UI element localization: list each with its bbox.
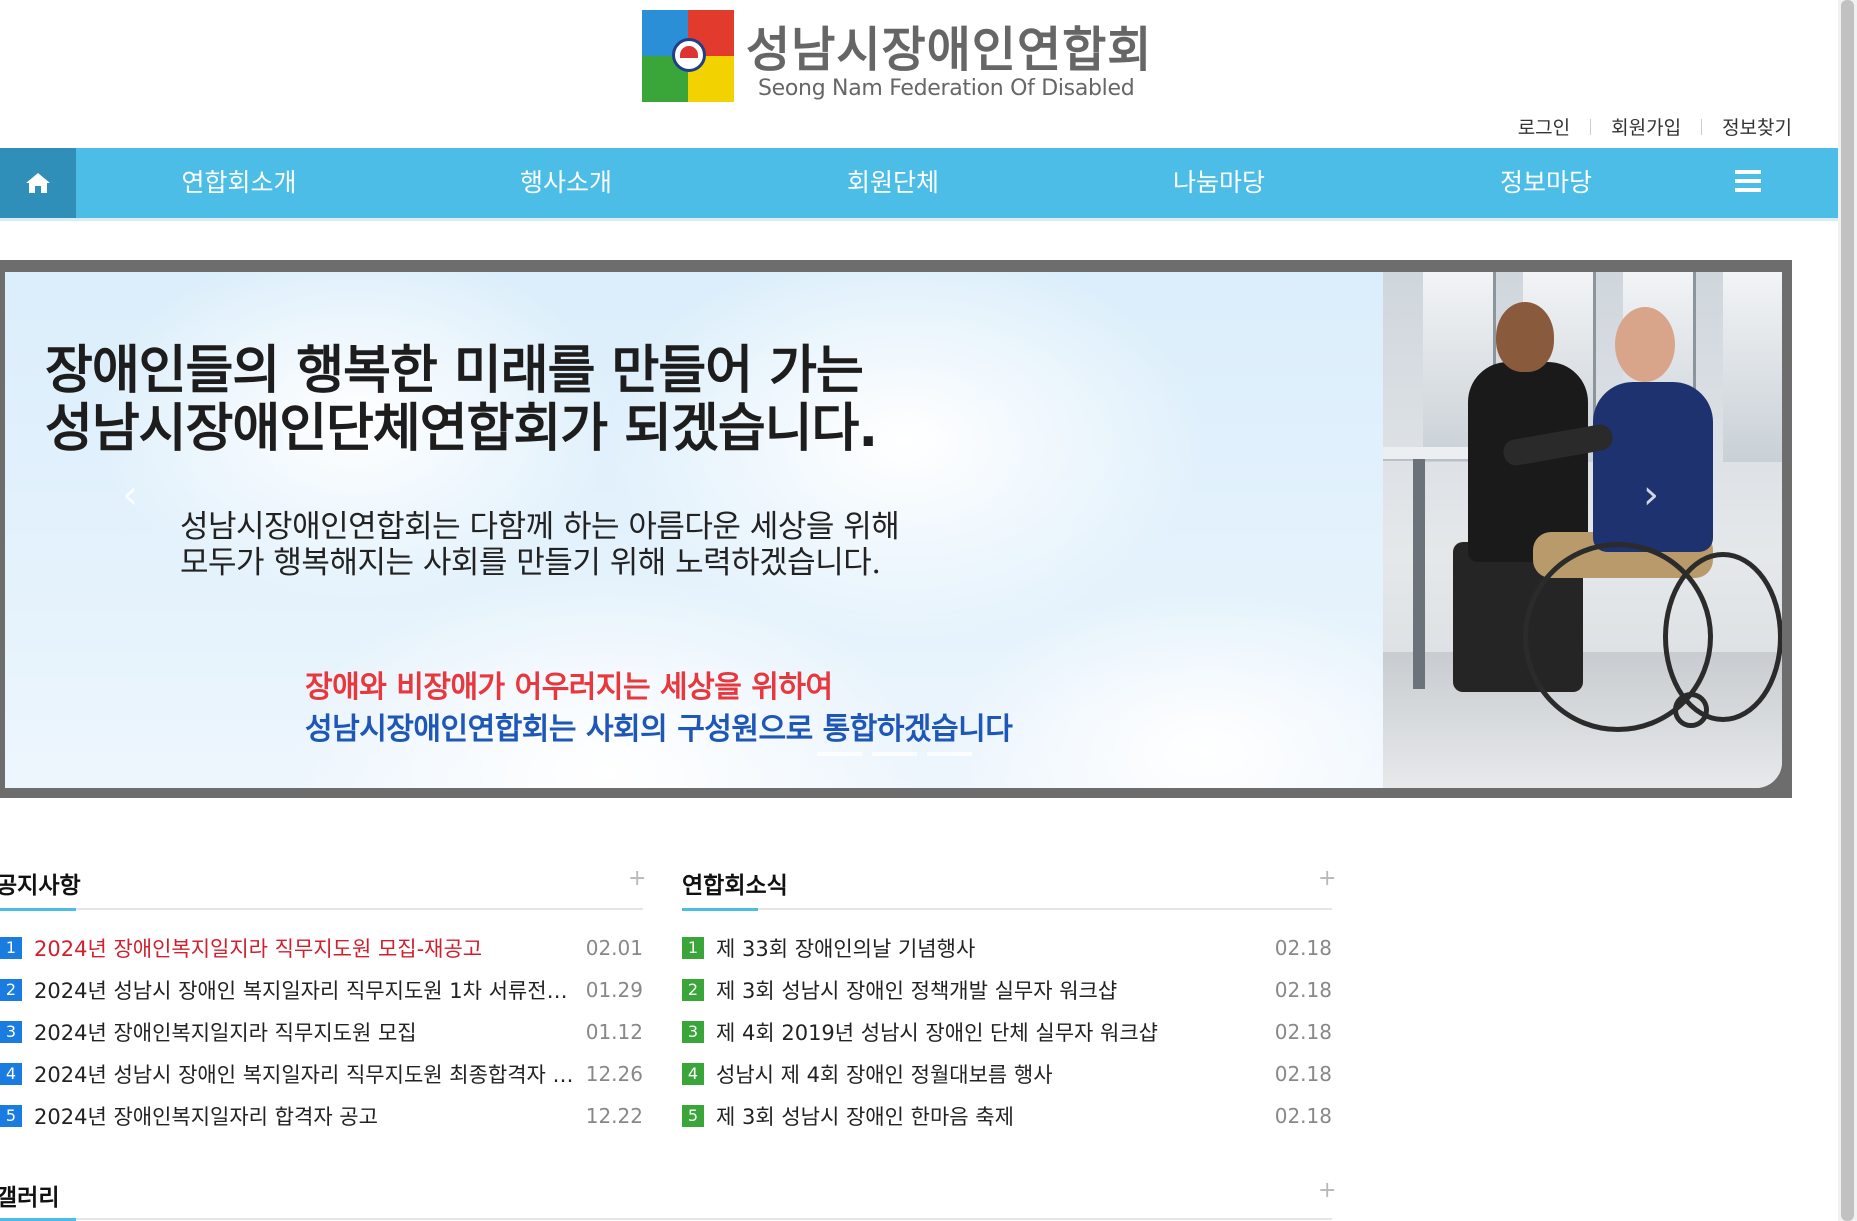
news-list-item[interactable]: 3 제 4회 2019년 성남시 장애인 단체 실무자 워크샵 02.18 — [682, 1014, 1332, 1050]
logo-subtitle: Seong Nam Federation Of Disabled — [758, 76, 1135, 101]
site-logo[interactable]: 성남시장애인연합회 Seong Nam Federation Of Disabl… — [642, 10, 1151, 105]
notice-list-item[interactable]: 2 2024년 성남시 장애인 복지일자리 직무지도원 1차 서류전형 합격자 … — [0, 972, 643, 1008]
news-more-icon[interactable]: + — [1318, 866, 1336, 891]
slider-prev-arrow-icon[interactable]: ‹ — [122, 472, 138, 518]
news-divider — [682, 908, 1332, 911]
nav-shadow — [0, 218, 1838, 221]
top-utility-links: 로그인 회원가입 정보찾기 — [1518, 113, 1792, 140]
nav-item-info[interactable]: 정보마당 — [1500, 148, 1592, 218]
logo-emblem-icon — [642, 10, 734, 102]
news-list-item[interactable]: 1 제 33회 장애인의날 기념행사 02.18 — [682, 930, 1332, 966]
news-list-item[interactable]: 5 제 3회 성남시 장애인 한마음 축제 02.18 — [682, 1098, 1332, 1134]
gallery-more-icon[interactable]: + — [1318, 1178, 1336, 1203]
slider-pagination — [817, 752, 972, 756]
gallery-board-title[interactable]: 갤러리 — [0, 1178, 59, 1212]
banner-photo-wheelchair — [1383, 272, 1782, 788]
banner-headline: 장애인들의 행복한 미래를 만들어 가는 성남시장애인단체연합회가 되겠습니다. — [45, 341, 878, 459]
notice-list-item[interactable]: 4 2024년 성남시 장애인 복지일자리 직무지도원 최종합격자 공고 12.… — [0, 1056, 643, 1092]
signup-link[interactable]: 회원가입 — [1611, 113, 1681, 140]
news-list-item[interactable]: 2 제 3회 성남시 장애인 정책개발 실무자 워크샵 02.18 — [682, 972, 1332, 1008]
link-divider — [1590, 118, 1592, 135]
nav-item-members[interactable]: 회원단체 — [847, 148, 939, 218]
hamburger-menu-icon[interactable] — [1735, 170, 1765, 196]
nav-item-about[interactable]: 연합회소개 — [181, 148, 296, 218]
find-info-link[interactable]: 정보찾기 — [1722, 113, 1792, 140]
news-list-item[interactable]: 4 성남시 제 4회 장애인 정월대보름 행사 02.18 — [682, 1056, 1332, 1092]
notice-board-title[interactable]: 공지사항 — [0, 866, 81, 900]
banner-red-slogan: 장애와 비장애가 어우러지는 세상을 위하여 — [305, 670, 833, 705]
notice-divider — [0, 908, 643, 911]
banner-slide: 장애인들의 행복한 미래를 만들어 가는 성남시장애인단체연합회가 되겠습니다.… — [5, 272, 1782, 788]
news-board-title[interactable]: 연합회소식 — [682, 866, 788, 900]
banner-blue-slogan: 성남시장애인연합회는 사회의 구성원으로 통합하겠습니다 — [305, 712, 1013, 747]
notice-list-item[interactable]: 3 2024년 장애인복지일지라 직무지도원 모집 01.12 — [0, 1014, 643, 1050]
notice-more-icon[interactable]: + — [628, 866, 646, 891]
scrollbar-thumb[interactable] — [1841, 0, 1854, 1221]
slider-dot[interactable] — [927, 752, 972, 756]
main-banner-slider[interactable]: 장애인들의 행복한 미래를 만들어 가는 성남시장애인단체연합회가 되겠습니다.… — [0, 260, 1792, 798]
login-link[interactable]: 로그인 — [1518, 113, 1570, 140]
slider-dot[interactable] — [817, 752, 862, 756]
main-nav: 연합회소개 행사소개 회원단체 나눔마당 정보마당 — [0, 148, 1838, 218]
slider-dot[interactable] — [872, 752, 917, 756]
logo-title: 성남시장애인연합회 — [746, 22, 1153, 78]
notice-list-item[interactable]: 5 2024년 장애인복지일자리 합격자 공고 12.22 — [0, 1098, 643, 1134]
gallery-divider — [0, 1218, 1332, 1221]
slider-next-arrow-icon[interactable]: › — [1643, 472, 1659, 518]
banner-subline: 성남시장애인연합회는 다함께 하는 아름다운 세상을 위해 모두가 행복해지는 … — [180, 509, 900, 581]
home-icon — [26, 173, 50, 193]
link-divider — [1701, 118, 1703, 135]
home-button[interactable] — [0, 148, 76, 218]
nav-item-sharing[interactable]: 나눔마당 — [1173, 148, 1265, 218]
nav-item-events[interactable]: 행사소개 — [520, 148, 612, 218]
notice-list-item[interactable]: 1 2024년 장애인복지일지라 직무지도원 모집-재공고 02.01 — [0, 930, 643, 966]
